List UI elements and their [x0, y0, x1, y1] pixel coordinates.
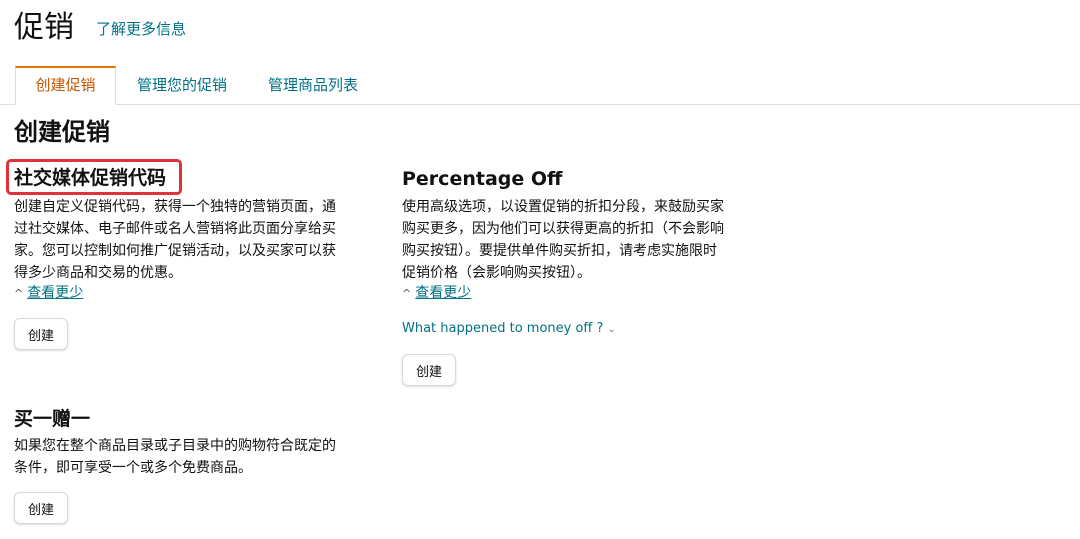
- desc-line: 家。您可以控制如何推广促销活动，以及买家可以获: [14, 243, 336, 259]
- desc-line: 创建自定义促销代码，获得一个独特的营销页面，通: [14, 199, 336, 215]
- section-title: 创建促销: [14, 118, 110, 146]
- social-see-less-link[interactable]: ^ 查看更少: [14, 283, 83, 304]
- desc-line: 过社交媒体、电子邮件或名人营销将此页面分享给买: [14, 221, 336, 237]
- desc-line: 购买按钮）。要提供单件购买折扣，请考虑实施限时: [402, 243, 717, 259]
- learn-more-link[interactable]: 了解更多信息: [96, 19, 186, 39]
- social-create-button[interactable]: 创建: [14, 318, 68, 350]
- bogo-title: 买一赠一: [14, 408, 91, 430]
- tab-create-promotion[interactable]: 创建促销: [15, 66, 116, 105]
- desc-line: 购买更多，因为他们可以获得更高的折扣（不会影响: [402, 221, 724, 237]
- caret-up-icon: ^: [14, 287, 24, 300]
- desc-line: 得多少商品和交易的优惠。: [14, 265, 182, 281]
- percentage-off-title: Percentage Off: [402, 168, 563, 190]
- see-less-label: 查看更少: [415, 285, 472, 301]
- bogo-description: 如果您在整个商品目录或子目录中的购物符合既定的 条件，即可享受一个或多个免费商品…: [14, 435, 370, 479]
- page-title: 促销: [14, 10, 74, 45]
- percentage-see-less-link[interactable]: ^ 查看更少: [402, 283, 471, 304]
- see-less-label: 查看更少: [27, 285, 84, 301]
- social-promo-description: 创建自定义促销代码，获得一个独特的营销页面，通 过社交媒体、电子邮件或名人营销将…: [14, 196, 370, 284]
- bogo-create-button[interactable]: 创建: [14, 492, 68, 524]
- desc-line: 条件，即可享受一个或多个免费商品。: [14, 460, 252, 476]
- chevron-down-icon: ⌄: [607, 324, 616, 335]
- tab-bar: 创建促销 管理您的促销 管理商品列表: [0, 66, 1080, 105]
- desc-line: 使用高级选项，以设置促销的折扣分段，来鼓励买家: [402, 199, 724, 215]
- caret-up-icon: ^: [402, 287, 412, 300]
- social-promo-title: 社交媒体促销代码: [14, 167, 167, 189]
- tab-manage-product-list[interactable]: 管理商品列表: [254, 66, 372, 104]
- desc-line: 促销价格（会影响购买按钮）。: [402, 265, 591, 281]
- percentage-off-description: 使用高级选项，以设置促销的折扣分段，来鼓励买家 购买更多，因为他们可以获得更高的…: [402, 196, 762, 284]
- money-off-label: What happened to money off ?: [402, 321, 604, 336]
- percentage-create-button[interactable]: 创建: [402, 354, 456, 386]
- tab-manage-promotions[interactable]: 管理您的促销: [124, 66, 240, 104]
- desc-line: 如果您在整个商品目录或子目录中的购物符合既定的: [14, 438, 336, 454]
- money-off-dropdown[interactable]: What happened to money off ? ⌄: [402, 320, 616, 339]
